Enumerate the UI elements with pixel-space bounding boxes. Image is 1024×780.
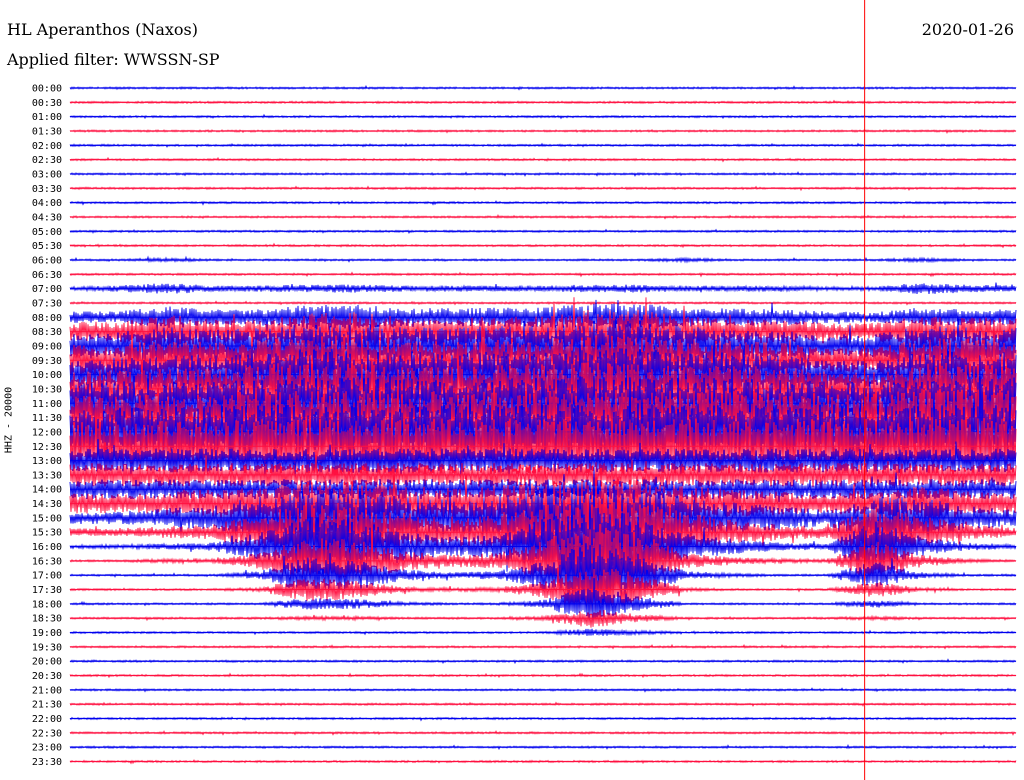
row-time-label: 07:30 — [32, 298, 62, 309]
row-time-label: 18:30 — [32, 614, 62, 625]
row-time-label: 13:00 — [32, 456, 62, 467]
row-time-label: 10:30 — [32, 384, 62, 395]
row-time-label: 16:00 — [32, 542, 62, 553]
row-time-label: 22:00 — [32, 714, 62, 725]
row-time-label: 21:30 — [32, 700, 62, 711]
row-time-label: 04:30 — [32, 212, 62, 223]
row-time-label: 03:30 — [32, 184, 62, 195]
row-time-label: 11:00 — [32, 399, 62, 410]
row-time-label: 10:00 — [32, 370, 62, 381]
row-time-label: 12:30 — [32, 442, 62, 453]
row-time-label: 01:00 — [32, 112, 62, 123]
row-time-label: 21:00 — [32, 685, 62, 696]
row-time-label: 01:30 — [32, 126, 62, 137]
row-time-label: 13:30 — [32, 470, 62, 481]
row-time-label: 05:30 — [32, 241, 62, 252]
row-time-label: 17:00 — [32, 571, 62, 582]
row-time-label: 06:00 — [32, 255, 62, 266]
row-time-label: 19:30 — [32, 642, 62, 653]
row-time-label: 03:00 — [32, 169, 62, 180]
row-time-label: 12:00 — [32, 427, 62, 438]
row-time-label: 23:00 — [32, 743, 62, 754]
row-time-label: 15:00 — [32, 513, 62, 524]
row-time-label: 22:30 — [32, 728, 62, 739]
row-time-label: 07:00 — [32, 284, 62, 295]
row-time-label: 00:30 — [32, 98, 62, 109]
row-time-label: 02:30 — [32, 155, 62, 166]
row-time-label: 14:00 — [32, 485, 62, 496]
row-time-label: 04:00 — [32, 198, 62, 209]
row-time-label: 09:00 — [32, 341, 62, 352]
row-time-label: 02:00 — [32, 141, 62, 152]
row-time-label: 09:30 — [32, 356, 62, 367]
row-time-label: 11:30 — [32, 413, 62, 424]
row-time-label: 08:30 — [32, 327, 62, 338]
row-time-label: 08:00 — [32, 313, 62, 324]
row-time-label: 00:00 — [32, 84, 62, 95]
row-time-label: 17:30 — [32, 585, 62, 596]
row-time-label: 06:30 — [32, 270, 62, 281]
row-time-label: 20:00 — [32, 657, 62, 668]
row-time-label: 23:30 — [32, 757, 62, 768]
row-time-label: 14:30 — [32, 499, 62, 510]
helicorder-plot: 00:00 00:30 01:00 01:30 02:00 02:30 03:00 03:30… — [32, 0, 1017, 780]
row-time-label: 19:00 — [32, 628, 62, 639]
row-time-label: 18:00 — [32, 599, 62, 610]
row-time-label: 15:30 — [32, 528, 62, 539]
row-time-label: 16:30 — [32, 556, 62, 567]
trace-18-30 — [69, 609, 1017, 628]
row-time-label: 05:00 — [32, 227, 62, 238]
row-time-label: 20:30 — [32, 671, 62, 682]
